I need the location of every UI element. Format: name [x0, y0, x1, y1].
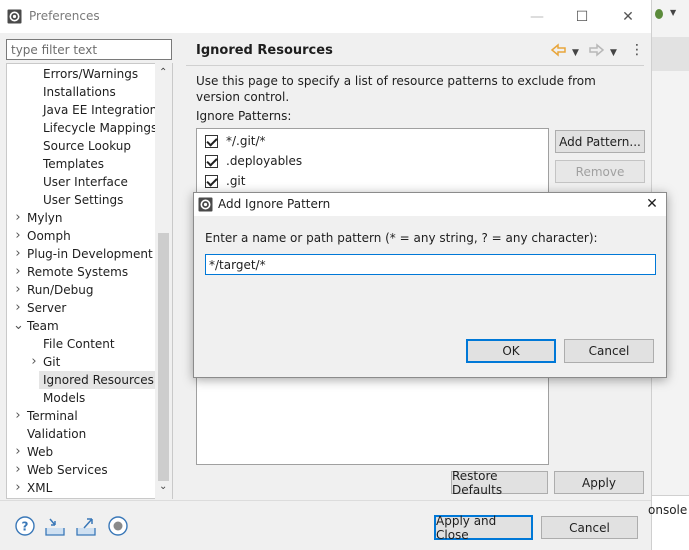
dialog-title-bar: Add Ignore Pattern ✕ [194, 193, 666, 216]
tree-item-label: Models [43, 391, 86, 405]
tree-item-label: Validation [27, 427, 87, 441]
tree-item-label: User Settings [43, 193, 124, 207]
window-title: Preferences [29, 9, 100, 23]
add-ignore-pattern-dialog: Add Ignore Pattern ✕ Enter a name or pat… [193, 192, 667, 378]
tree-item-label: Plug-in Development [27, 247, 153, 261]
pattern-text: .deployables [226, 154, 303, 168]
preference-tree[interactable]: Errors/Warnings Installations Java EE Inte… [6, 63, 173, 499]
tree-item-label: User Interface [43, 175, 128, 189]
collapsed-chevron-icon[interactable]: › [13, 263, 23, 281]
collapsed-chevron-icon[interactable]: › [13, 281, 23, 299]
console-tab-label: onsole [648, 503, 688, 517]
tree-item-label: Git [43, 355, 61, 369]
tree-item-label: Server [27, 301, 67, 315]
back-dropdown-icon[interactable]: ▼ [572, 45, 579, 61]
tree-item-label: XML [27, 481, 53, 495]
page-description: Use this page to specify a list of resou… [196, 74, 596, 104]
add-pattern-button[interactable]: Add Pattern... [555, 130, 645, 153]
ok-button[interactable]: OK [466, 339, 556, 363]
tree-item-label: Lifecycle Mappings [43, 121, 158, 135]
tree-item-label: Ignored Resources [43, 371, 158, 389]
pattern-text: */.git/* [226, 134, 266, 148]
dialog-cancel-button[interactable]: Cancel [564, 339, 654, 363]
minimize-button[interactable]: — [514, 0, 560, 33]
collapsed-chevron-icon[interactable]: › [13, 407, 23, 425]
expanded-chevron-icon[interactable]: ⌄ [13, 317, 24, 335]
svg-text:?: ? [22, 520, 29, 534]
collapsed-chevron-icon[interactable]: › [13, 479, 23, 497]
tree-item-label: Mylyn [27, 211, 63, 225]
filter-input[interactable] [6, 39, 172, 60]
bug-dropdown-icon: ▼ [670, 8, 677, 17]
close-icon: ✕ [646, 196, 658, 212]
pattern-row[interactable]: .git [205, 171, 245, 191]
pattern-input[interactable] [205, 254, 656, 275]
tree-item-label: Source Lookup [43, 139, 131, 153]
collapsed-chevron-icon[interactable]: › [13, 299, 23, 317]
tree-item-label: Web [27, 445, 54, 459]
tree-item-label: Oomph [27, 229, 71, 243]
apply-button[interactable]: Apply [554, 471, 644, 494]
maximize-icon: ☐ [575, 8, 589, 25]
forward-arrow-icon[interactable] [588, 42, 604, 58]
close-window-button[interactable]: ✕ [605, 0, 651, 33]
scroll-down-icon[interactable]: ⌄ [159, 481, 167, 492]
tree-item-label: Java EE Integration [43, 103, 158, 117]
bug-icon [655, 9, 663, 19]
pattern-checkbox[interactable] [205, 154, 218, 168]
tree-item[interactable]: Ignored Resources [39, 371, 158, 389]
forward-dropdown-icon[interactable]: ▼ [610, 45, 617, 61]
tree-item-label: Installations [43, 85, 116, 99]
collapsed-chevron-icon[interactable]: › [13, 443, 23, 461]
tree-item-label: Errors/Warnings [43, 67, 139, 81]
footer-separator [0, 500, 651, 501]
export-icon[interactable] [75, 515, 97, 537]
record-icon[interactable] [107, 515, 129, 537]
remove-button[interactable]: Remove [555, 160, 645, 183]
pattern-text: .git [226, 174, 246, 188]
pattern-row[interactable]: .deployables [205, 151, 302, 171]
eclipse-preferences-icon [7, 9, 22, 24]
tree-scroll-thumb[interactable] [158, 233, 169, 481]
collapsed-chevron-icon[interactable]: › [13, 209, 23, 227]
title-bar: Preferences — ☐ ✕ [0, 0, 651, 33]
cancel-button[interactable]: Cancel [541, 516, 638, 539]
restore-defaults-button[interactable]: Restore Defaults [451, 469, 548, 497]
scroll-up-icon[interactable]: ⌃ [159, 67, 167, 78]
tree-item-label: Web Services [27, 463, 108, 477]
import-icon[interactable] [44, 515, 66, 537]
back-arrow-icon[interactable] [551, 42, 567, 58]
help-icon[interactable]: ? [14, 515, 36, 537]
collapsed-chevron-icon[interactable]: › [13, 245, 23, 263]
page-title: Ignored Resources [196, 43, 333, 58]
pattern-row[interactable]: */.git/* [205, 131, 266, 151]
dialog-close-button[interactable]: ✕ [642, 194, 662, 214]
tree-item-label: Run/Debug [27, 283, 94, 297]
tree-item-label: Remote Systems [27, 265, 129, 279]
tree-item-label: Terminal [27, 409, 78, 423]
apply-and-close-button[interactable]: Apply and Close [434, 514, 533, 542]
eclipse-dialog-icon [198, 197, 213, 212]
ignore-patterns-label: Ignore Patterns: [196, 109, 292, 123]
collapsed-chevron-icon[interactable]: › [13, 227, 23, 245]
collapsed-chevron-icon[interactable]: › [13, 461, 23, 479]
view-menu-icon[interactable]: ⋮ [630, 42, 644, 58]
dialog-title: Add Ignore Pattern [218, 197, 331, 211]
close-icon: ✕ [622, 8, 634, 25]
tree-item-label: Templates [43, 157, 105, 171]
minimize-icon: — [530, 8, 544, 25]
maximize-button[interactable]: ☐ [559, 0, 605, 33]
background-toolbar-strip [652, 37, 689, 71]
tree-item-label: File Content [43, 337, 115, 351]
dialog-message: Enter a name or path pattern (* = any st… [205, 231, 598, 245]
pattern-checkbox[interactable] [205, 174, 218, 188]
pattern-checkbox[interactable] [205, 134, 218, 148]
collapsed-chevron-icon[interactable]: › [29, 353, 39, 371]
title-separator [186, 65, 644, 66]
tree-item-label: Team [27, 319, 59, 333]
